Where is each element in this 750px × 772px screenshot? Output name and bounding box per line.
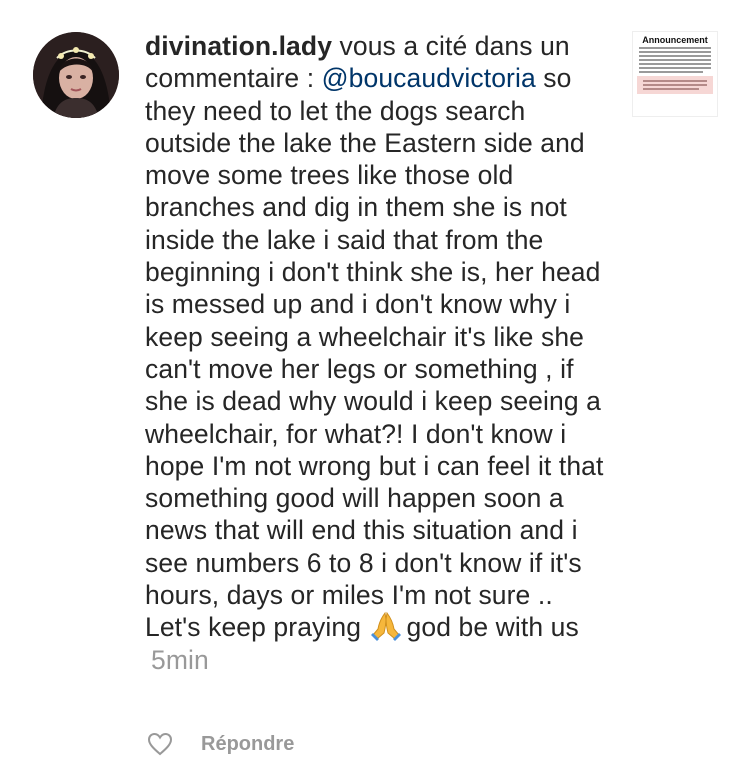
heart-icon[interactable] bbox=[147, 732, 173, 756]
thumbnail-text-line bbox=[639, 63, 711, 65]
comment-actions: Répondre bbox=[147, 731, 294, 757]
thumbnail-text-line bbox=[639, 59, 711, 61]
thumbnail-text-line bbox=[643, 88, 699, 90]
avatar-photo bbox=[33, 32, 119, 118]
avatar[interactable] bbox=[33, 32, 119, 118]
thumbnail-text-line bbox=[639, 67, 711, 69]
reply-button[interactable]: Répondre bbox=[201, 733, 294, 756]
thumbnail-highlight-box bbox=[637, 76, 713, 94]
post-thumbnail-title: Announcement bbox=[642, 35, 708, 45]
comment-mention[interactable]: @boucaudvictoria bbox=[322, 63, 536, 93]
thumbnail-text-line bbox=[639, 55, 711, 57]
thumbnail-text-line bbox=[643, 84, 707, 86]
thumbnail-text-line bbox=[639, 47, 711, 49]
praying-hands-emoji-icon bbox=[369, 611, 403, 642]
post-thumbnail[interactable]: Announcement bbox=[632, 31, 718, 117]
comment-body-end: god be with us bbox=[406, 612, 579, 643]
thumbnail-text-line bbox=[639, 71, 703, 73]
comment-text: divination.lady vous a cité dans un comm… bbox=[145, 30, 615, 676]
comment-username[interactable]: divination.lady bbox=[145, 31, 332, 61]
thumbnail-text-line bbox=[639, 51, 711, 53]
thumbnail-text-line bbox=[643, 80, 707, 82]
comment-timestamp: 5min bbox=[151, 644, 209, 675]
comment-body: so they need to let the dogs search outs… bbox=[145, 63, 604, 643]
